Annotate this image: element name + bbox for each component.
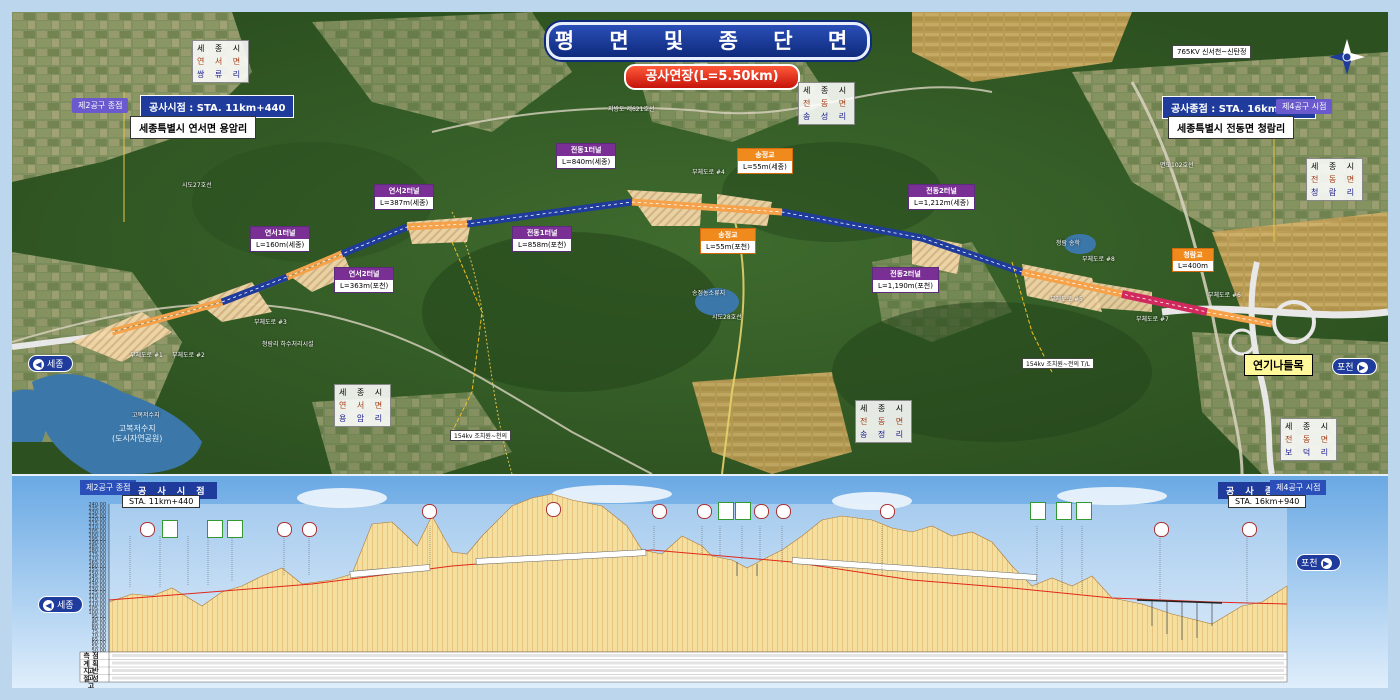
station-marker-icon bbox=[1056, 502, 1072, 520]
station-marker-icon bbox=[880, 504, 895, 519]
table-row-label: 측 점 bbox=[83, 652, 99, 660]
end-zone-tag: 제4공구 시점 bbox=[1276, 99, 1333, 114]
power-line-label: 154kv 조치원~전의 T/L bbox=[1022, 358, 1094, 369]
road-label: 부체도로 #2 bbox=[172, 352, 205, 359]
station-marker-icon bbox=[546, 502, 561, 517]
station-marker-icon bbox=[754, 504, 769, 519]
road-label: 부체도로 #4 bbox=[692, 169, 725, 176]
bridge-label: 송정교 L=55m(포천) bbox=[700, 228, 756, 254]
road-label: 부체도로 #7 bbox=[1136, 316, 1169, 323]
station-marker-icon bbox=[302, 522, 317, 537]
road-label: 부체도로 #3 bbox=[254, 319, 287, 326]
tunnel-label: 연서1터널 L=160m(세종) bbox=[250, 226, 311, 252]
station-marker-icon bbox=[422, 504, 437, 519]
road-label: 고복저수지 bbox=[132, 412, 160, 419]
road-label: 부체도로 #5 bbox=[1050, 296, 1083, 303]
profile-y-axis: 240.00 235.00 230.00 225.00 220.00 215.00 210.… bbox=[80, 502, 108, 654]
road-label: 시도27호선 bbox=[182, 182, 212, 189]
road-label: 청람리 하수처리시설 bbox=[262, 341, 314, 348]
road-label: 부체도로 #1 bbox=[130, 352, 163, 359]
tunnel-label: 전동1터널 L=840m(세종) bbox=[556, 143, 617, 169]
power-line-top-label: 765KV 신서천~신탄정 bbox=[1172, 45, 1252, 59]
village-label: 세 종 시연 서 면쌍 류 리 bbox=[192, 40, 250, 83]
station-marker-icon bbox=[1242, 522, 1257, 537]
road-label: 부체도로 #6 bbox=[1208, 292, 1241, 299]
station-marker-icon bbox=[735, 502, 751, 520]
end-address-label: 세종특별시 전동면 청람리 bbox=[1168, 116, 1295, 139]
power-line-label: 154kv 조치원~천의 bbox=[450, 430, 512, 441]
construction-length-label: 공사연장(L=5.50km) bbox=[624, 64, 800, 90]
station-marker-icon bbox=[277, 522, 292, 537]
station-marker-icon bbox=[1030, 502, 1046, 520]
interchange-label: 연기나들목 bbox=[1244, 354, 1313, 376]
road-label: 부체도로 #8 bbox=[1082, 256, 1115, 263]
profile-start-station: STA. 11km+440 bbox=[122, 495, 201, 508]
bridge-label: 송정교 L=55m(세종) bbox=[737, 148, 793, 174]
station-marker-icon bbox=[1076, 502, 1092, 520]
road-label: 시도28호선 bbox=[712, 314, 742, 321]
start-address-label: 세종특별시 연서면 용암리 bbox=[130, 116, 257, 139]
bridge-label: 청람교 L=400m bbox=[1172, 248, 1214, 272]
village-label: 세 종 시전 동 면보 덕 리 bbox=[1280, 418, 1338, 461]
longitudinal-profile: 제2공구 종점 공 사 시 점 STA. 11km+440 공 사 종 점 제4… bbox=[12, 476, 1388, 688]
village-label: 세 종 시연 서 면용 암 리 bbox=[334, 384, 392, 427]
lake-label: 고복저수지 (도시자연공원) bbox=[112, 424, 163, 443]
road-label: 송정농소류지 bbox=[692, 290, 726, 297]
profile-end-station: STA. 16km+940 bbox=[1228, 495, 1307, 508]
table-row-label: 절 성 고 bbox=[83, 674, 99, 688]
tunnel-label: 전동2터널 L=1,212m(세종) bbox=[908, 184, 975, 210]
road-label: 면도102호선 bbox=[1160, 162, 1194, 169]
profile-start-zone-tag: 제2공구 종점 bbox=[80, 480, 137, 495]
road-label: 청람 송학 bbox=[1056, 240, 1080, 247]
plan-view-map: 평 면 및 종 단 면 도 공사연장(L=5.50km) 제2공구 종점 공사시… bbox=[12, 12, 1388, 474]
station-marker-icon bbox=[1154, 522, 1169, 537]
start-zone-tag: 제2공구 종점 bbox=[72, 98, 129, 113]
station-marker-icon bbox=[697, 504, 712, 519]
tunnel-label: 전동2터널 L=1,190m(포천) bbox=[872, 267, 939, 293]
tunnel-label: 연서2터널 L=363m(포천) bbox=[334, 267, 395, 293]
village-label: 세 종 시전 동 면송 정 리 bbox=[855, 400, 913, 443]
drawing-title: 평 면 및 종 단 면 도 bbox=[546, 22, 870, 85]
station-marker-icon bbox=[140, 522, 155, 537]
tunnel-label: 전동1터널 L=858m(포천) bbox=[512, 226, 573, 252]
station-marker-icon bbox=[652, 504, 667, 519]
profile-end-zone-tag: 제4공구 시점 bbox=[1270, 480, 1327, 495]
station-marker-icon bbox=[227, 520, 243, 538]
station-marker-icon bbox=[718, 502, 734, 520]
start-station-label: 공사시점 : STA. 11km+440 bbox=[140, 95, 295, 118]
profile-direction-pocheon-button[interactable]: 포천 ▶ bbox=[1296, 554, 1341, 571]
road-label: 지방도 제621호선 bbox=[608, 106, 655, 113]
direction-sejong-button[interactable]: ◀ 세종 bbox=[28, 355, 73, 372]
village-label: 세 종 시전 동 면송 성 리 bbox=[798, 82, 856, 125]
direction-pocheon-button[interactable]: 포천 ▶ bbox=[1332, 358, 1377, 375]
tunnel-label: 연서2터널 L=387m(세종) bbox=[374, 184, 435, 210]
profile-direction-sejong-button[interactable]: ◀ 세종 bbox=[38, 596, 83, 613]
station-marker-icon bbox=[162, 520, 178, 538]
station-marker-icon bbox=[207, 520, 223, 538]
station-marker-icon bbox=[776, 504, 791, 519]
village-label: 세 종 시전 동 면청 람 리 bbox=[1306, 158, 1364, 201]
